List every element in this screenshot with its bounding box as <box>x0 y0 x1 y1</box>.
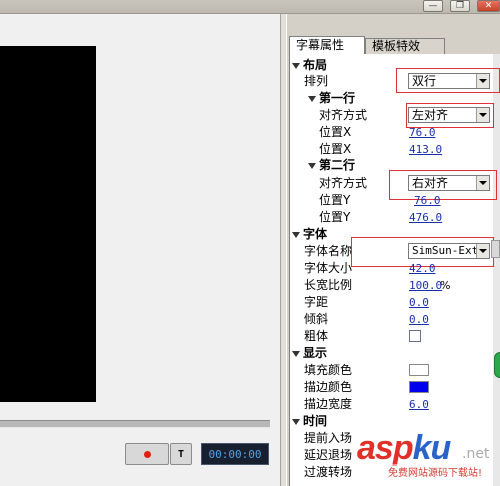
video-preview <box>0 46 96 402</box>
collapse-display-icon[interactable] <box>292 351 300 357</box>
category-layout: 布局 <box>303 58 328 72</box>
tab-subtitle-properties[interactable]: 字幕属性 <box>289 36 365 55</box>
font-size-label: 字体大小 <box>304 261 353 275</box>
line1-align-select[interactable]: 左对齐 <box>408 107 490 123</box>
line1-posx-value[interactable]: 76.0 <box>409 126 436 140</box>
preview-pane: T 00:00:00 <box>0 14 280 486</box>
line1-align-value: 左对齐 <box>412 108 449 122</box>
stroke-color-swatch[interactable] <box>409 381 429 393</box>
dropdown-arrow-icon[interactable] <box>476 74 489 88</box>
bold-checkbox[interactable] <box>409 330 421 342</box>
letter-spacing-label: 字距 <box>304 295 329 309</box>
pane-splitter[interactable] <box>280 14 287 486</box>
aspect-ratio-label: 长宽比例 <box>304 278 353 292</box>
line2-align-label: 对齐方式 <box>319 176 368 190</box>
bold-label: 粗体 <box>304 329 329 343</box>
transition-label: 过渡转场 <box>304 465 353 479</box>
collapse-font-icon[interactable] <box>292 232 300 238</box>
maximize-button[interactable]: ❐ <box>450 0 470 12</box>
category-line1: 第一行 <box>319 91 356 105</box>
line2-align-value: 右对齐 <box>412 176 449 190</box>
category-display: 显示 <box>303 346 328 360</box>
slant-value[interactable]: 0.0 <box>409 313 429 327</box>
stroke-width-label: 描边宽度 <box>304 397 353 411</box>
arrangement-value: 双行 <box>412 74 437 88</box>
line2-posy-label: 位置Y <box>319 193 351 207</box>
collapse-time-icon[interactable] <box>292 419 300 425</box>
dropdown-arrow-icon[interactable] <box>476 108 489 122</box>
tab-template-effects[interactable]: 模板特效 <box>365 38 445 55</box>
line1-posx-label: 位置X <box>319 125 352 139</box>
font-name-label: 字体名称 <box>304 244 353 258</box>
timecode-display: 00:00:00 <box>201 443 269 465</box>
stroke-color-label: 描边颜色 <box>304 380 353 394</box>
record-button[interactable] <box>125 443 169 465</box>
line1-posx2-label: 位置X <box>319 142 352 156</box>
category-font: 字体 <box>303 227 328 241</box>
fill-color-label: 填充颜色 <box>304 363 353 377</box>
slant-label: 倾斜 <box>304 312 329 326</box>
side-green-button[interactable] <box>494 352 500 378</box>
fill-color-swatch[interactable] <box>409 364 429 376</box>
arrangement-label: 排列 <box>304 74 329 88</box>
line2-posy-value[interactable]: 76.0 <box>414 194 441 208</box>
dropdown-arrow-icon[interactable] <box>476 244 489 258</box>
category-time: 时间 <box>303 414 328 428</box>
property-scrollbar[interactable] <box>493 54 500 486</box>
record-icon <box>143 450 151 458</box>
collapse-layout-icon[interactable] <box>292 63 300 69</box>
dropdown-arrow-icon[interactable] <box>476 176 489 190</box>
stroke-width-value[interactable]: 6.0 <box>409 398 429 412</box>
line1-align-label: 对齐方式 <box>319 108 368 122</box>
delay-out-label: 延迟退场 <box>304 448 353 462</box>
font-size-value[interactable]: 42.0 <box>409 262 436 276</box>
window-title-bar: — ❐ ✕ <box>0 0 500 14</box>
line2-posy2-label: 位置Y <box>319 210 351 224</box>
side-handle[interactable] <box>491 240 500 258</box>
letter-spacing-value[interactable]: 0.0 <box>409 296 429 310</box>
collapse-line2-icon[interactable] <box>308 163 316 169</box>
collapse-line1-icon[interactable] <box>308 96 316 102</box>
line2-align-select[interactable]: 右对齐 <box>408 175 490 191</box>
category-line2: 第二行 <box>319 158 356 172</box>
lead-in-label: 提前入场 <box>304 431 353 445</box>
aspect-ratio-unit: % <box>440 279 451 292</box>
line1-posx2-value[interactable]: 413.0 <box>409 143 442 157</box>
minimize-button[interactable]: — <box>423 0 443 12</box>
close-button[interactable]: ✕ <box>477 0 500 12</box>
font-name-value: SimSun-ExtB <box>412 244 485 257</box>
aspect-ratio-value[interactable]: 100.0 <box>409 279 442 293</box>
line2-posy2-value[interactable]: 476.0 <box>409 211 442 225</box>
font-name-select[interactable]: SimSun-ExtB <box>408 243 490 259</box>
arrangement-select[interactable]: 双行 <box>408 73 490 89</box>
timeline-slider[interactable] <box>0 420 270 428</box>
text-button[interactable]: T <box>170 443 192 465</box>
